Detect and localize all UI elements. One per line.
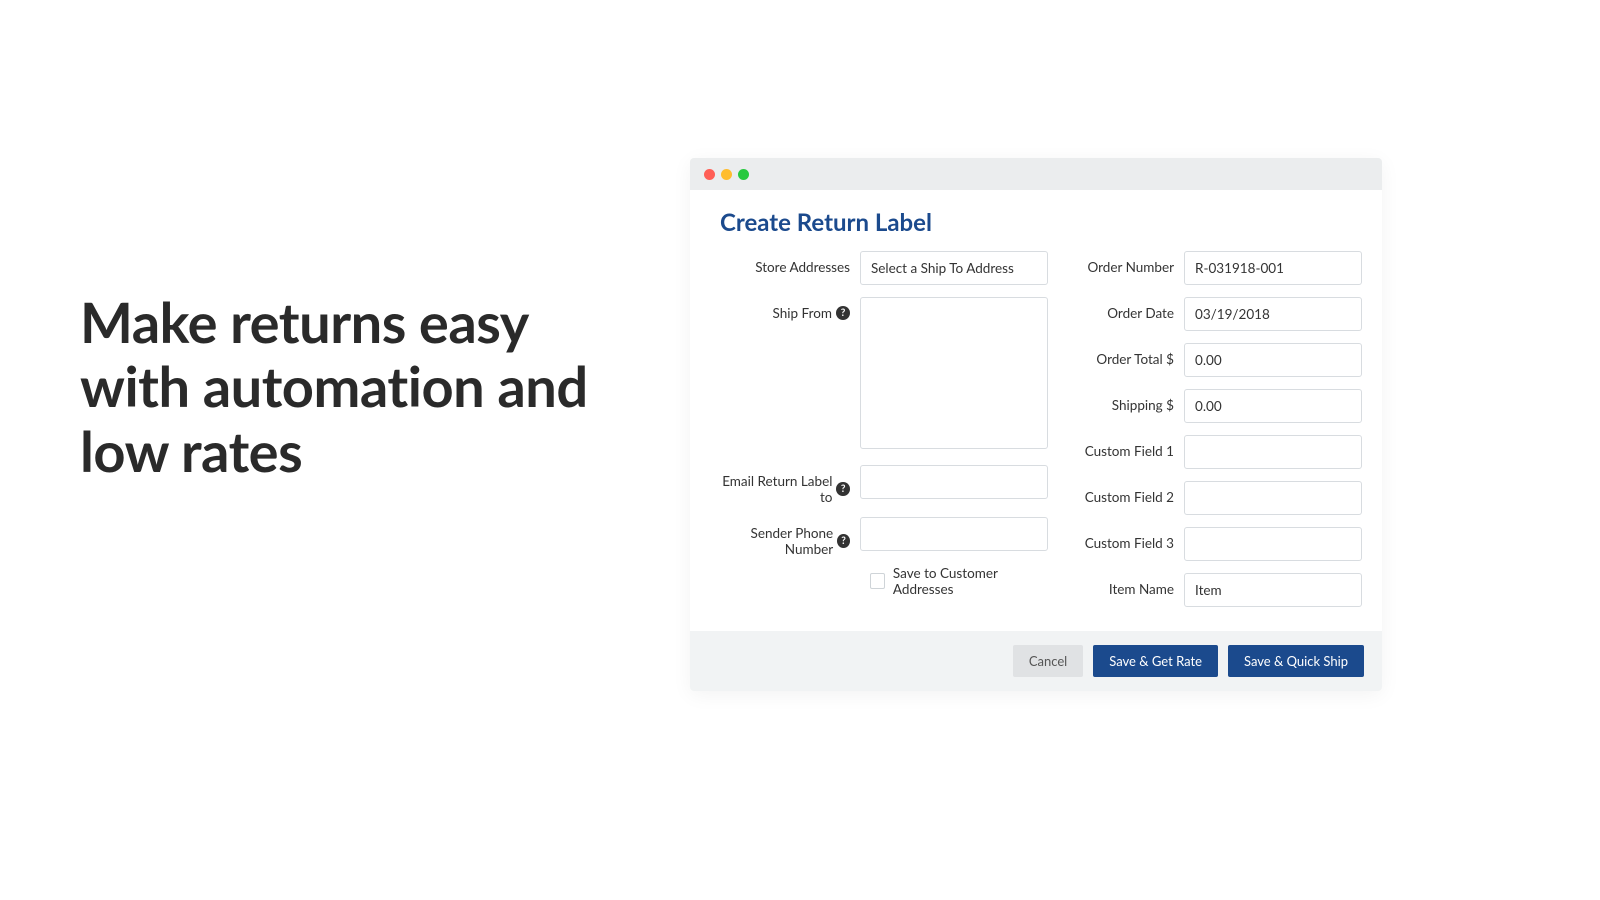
help-icon[interactable]: ?	[837, 534, 850, 548]
minimize-icon[interactable]	[721, 169, 732, 180]
store-addresses-select[interactable]: Select a Ship To Address	[860, 251, 1048, 285]
store-addresses-row: Store Addresses Select a Ship To Address	[710, 251, 1048, 285]
sender-phone-input[interactable]	[860, 517, 1048, 551]
order-number-label: Order Number	[1072, 251, 1184, 275]
shipping-cost-input[interactable]	[1184, 389, 1362, 423]
cancel-button[interactable]: Cancel	[1013, 645, 1083, 677]
item-name-row: Item Name	[1072, 573, 1362, 607]
hero-headline: Make returns easy with automation and lo…	[80, 290, 640, 483]
sender-phone-label-text: Sender Phone Number	[710, 525, 833, 557]
sender-phone-row: Sender Phone Number ?	[710, 517, 1048, 557]
form-body: Store Addresses Select a Ship To Address…	[690, 251, 1382, 631]
ship-from-textarea[interactable]	[860, 297, 1048, 449]
store-addresses-label: Store Addresses	[710, 251, 860, 275]
help-icon[interactable]: ?	[836, 482, 850, 496]
custom-field-1-input[interactable]	[1184, 435, 1362, 469]
order-number-row: Order Number	[1072, 251, 1362, 285]
order-number-input[interactable]	[1184, 251, 1362, 285]
custom-field-3-row: Custom Field 3	[1072, 527, 1362, 561]
form-right-column: Order Number Order Date Order Total $ Sh…	[1072, 251, 1362, 619]
form-title: Create Return Label	[690, 190, 1382, 251]
ship-from-row: Ship From ?	[710, 297, 1048, 453]
ship-from-label: Ship From ?	[710, 297, 860, 321]
save-address-label: Save to Customer Addresses	[893, 565, 1048, 597]
save-get-rate-button[interactable]: Save & Get Rate	[1093, 645, 1218, 677]
custom-field-2-label: Custom Field 2	[1072, 481, 1184, 505]
custom-field-1-label: Custom Field 1	[1072, 435, 1184, 459]
action-bar: Cancel Save & Get Rate Save & Quick Ship	[690, 631, 1382, 691]
custom-field-2-input[interactable]	[1184, 481, 1362, 515]
save-quick-ship-button[interactable]: Save & Quick Ship	[1228, 645, 1364, 677]
sender-phone-label: Sender Phone Number ?	[710, 517, 860, 557]
custom-field-3-input[interactable]	[1184, 527, 1362, 561]
help-icon[interactable]: ?	[836, 306, 850, 320]
order-total-input[interactable]	[1184, 343, 1362, 377]
email-return-input[interactable]	[860, 465, 1048, 499]
custom-field-2-row: Custom Field 2	[1072, 481, 1362, 515]
order-date-row: Order Date	[1072, 297, 1362, 331]
shipping-cost-row: Shipping $	[1072, 389, 1362, 423]
window-title-bar	[690, 158, 1382, 190]
custom-field-1-row: Custom Field 1	[1072, 435, 1362, 469]
maximize-icon[interactable]	[738, 169, 749, 180]
shipping-cost-label: Shipping $	[1072, 389, 1184, 413]
order-date-input[interactable]	[1184, 297, 1362, 331]
save-address-checkbox[interactable]	[870, 573, 885, 589]
order-total-label: Order Total $	[1072, 343, 1184, 367]
item-name-input[interactable]	[1184, 573, 1362, 607]
email-return-label-text: Email Return Label to	[710, 473, 832, 505]
ship-from-label-text: Ship From	[773, 305, 832, 321]
item-name-label: Item Name	[1072, 573, 1184, 597]
order-total-row: Order Total $	[1072, 343, 1362, 377]
email-return-row: Email Return Label to ?	[710, 465, 1048, 505]
app-window: Create Return Label Store Addresses Sele…	[690, 158, 1382, 691]
close-icon[interactable]	[704, 169, 715, 180]
order-date-label: Order Date	[1072, 297, 1184, 321]
save-address-row: Save to Customer Addresses	[710, 565, 1048, 597]
form-left-column: Store Addresses Select a Ship To Address…	[710, 251, 1048, 619]
custom-field-3-label: Custom Field 3	[1072, 527, 1184, 551]
email-return-label: Email Return Label to ?	[710, 465, 860, 505]
